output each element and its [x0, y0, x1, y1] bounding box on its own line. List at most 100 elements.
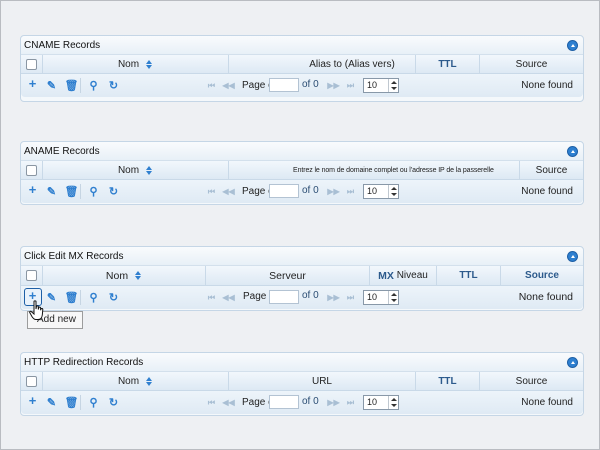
column-header-name[interactable]: Nom [43, 161, 229, 179]
column-header-source[interactable]: Source [480, 372, 583, 390]
grid-header: Nom URL TTL Source [21, 372, 583, 391]
refresh-icon[interactable]: ↻ [109, 397, 118, 409]
next-page-icon[interactable]: ▶▶ [327, 81, 339, 90]
collapse-icon[interactable] [567, 251, 578, 262]
page-size-select[interactable]: 10 [363, 184, 399, 199]
trash-icon[interactable]: 🗑 [65, 80, 79, 92]
magnifier-icon[interactable]: ⚲ [89, 186, 98, 198]
previous-page-icon[interactable]: ◀◀ [222, 187, 234, 196]
column-header-source[interactable]: Source [520, 161, 583, 179]
magnifier-icon[interactable]: ⚲ [89, 80, 98, 92]
page-size-value: 10 [367, 186, 378, 196]
pencil-icon[interactable]: ✎ [47, 292, 56, 304]
column-header-ttl[interactable]: TTL [437, 266, 501, 285]
first-page-icon[interactable]: ⏮ [207, 81, 216, 90]
toolbar-divider [80, 290, 81, 305]
first-page-icon[interactable]: ⏮ [207, 293, 216, 302]
trash-icon[interactable]: 🗑 [65, 186, 79, 198]
page-count-label: of 0 [302, 290, 319, 301]
column-header-name[interactable]: Nom [43, 266, 206, 285]
next-page-icon[interactable]: ▶▶ [327, 398, 339, 407]
column-header-server[interactable]: Serveur [206, 266, 370, 285]
column-header-ttl[interactable]: TTL [416, 372, 480, 390]
column-label: Source [515, 375, 548, 387]
column-header-source[interactable]: Source [501, 266, 583, 285]
previous-page-icon[interactable]: ◀◀ [222, 293, 234, 302]
page-number-input[interactable] [269, 290, 299, 304]
panel-title: ANAME Records [24, 146, 100, 157]
pencil-icon[interactable]: ✎ [47, 80, 56, 92]
select-all-checkbox[interactable] [26, 58, 37, 70]
pencil-icon[interactable]: ✎ [47, 397, 56, 409]
page-number-input[interactable] [269, 395, 299, 409]
column-label: Nom [117, 375, 140, 387]
select-all-cell [21, 266, 43, 285]
sort-icon[interactable] [135, 271, 142, 280]
column-label: TTL [438, 58, 457, 70]
grid-header: Nom Serveur MX Niveau TTL Source [21, 266, 583, 286]
last-page-icon[interactable]: ⏭ [346, 187, 355, 196]
page-size-value: 10 [367, 397, 378, 407]
previous-page-icon[interactable]: ◀◀ [222, 81, 234, 90]
aname-panel: ANAME Records Nom Entrez le nom de domai… [20, 141, 584, 205]
column-header-name[interactable]: Nom [43, 55, 229, 73]
page-number-input[interactable] [269, 78, 299, 92]
next-page-icon[interactable]: ▶▶ [327, 293, 339, 302]
page-number-input[interactable] [269, 184, 299, 198]
panel-title: Click Edit MX Records [24, 251, 124, 262]
column-label: MX [378, 269, 394, 282]
collapse-icon[interactable] [567, 146, 578, 157]
select-all-checkbox[interactable] [26, 164, 37, 176]
trash-icon[interactable]: 🗑 [65, 397, 79, 409]
column-header-ttl[interactable]: TTL [416, 55, 480, 73]
last-page-icon[interactable]: ⏭ [346, 81, 355, 90]
plus-icon[interactable]: + [28, 393, 37, 408]
first-page-icon[interactable]: ⏮ [207, 187, 216, 196]
pencil-icon[interactable]: ✎ [47, 186, 56, 198]
sort-icon[interactable] [146, 59, 153, 69]
column-label: Source [515, 58, 548, 70]
page-size-select[interactable]: 10 [363, 290, 399, 305]
panel-title-bar: CNAME Records [21, 36, 583, 55]
column-header-source[interactable]: Source [480, 55, 583, 73]
column-header-url[interactable]: URL [229, 372, 416, 390]
previous-page-icon[interactable]: ◀◀ [222, 398, 234, 407]
plus-icon[interactable]: + [28, 182, 37, 197]
refresh-icon[interactable]: ↻ [109, 80, 118, 92]
toolbar-divider [80, 78, 81, 93]
select-all-checkbox[interactable] [26, 375, 37, 387]
collapse-icon[interactable] [567, 357, 578, 368]
first-page-icon[interactable]: ⏮ [207, 398, 216, 407]
sort-icon[interactable] [146, 165, 153, 175]
select-arrow-icon [388, 291, 398, 304]
column-header-alias[interactable]: Alias to (Alias vers) [229, 55, 416, 73]
column-label: TTL [438, 375, 457, 387]
last-page-icon[interactable]: ⏭ [346, 398, 355, 407]
trash-icon[interactable]: 🗑 [65, 292, 79, 304]
refresh-icon[interactable]: ↻ [109, 292, 118, 304]
sort-icon[interactable] [146, 376, 153, 386]
select-all-checkbox[interactable] [26, 270, 37, 281]
grid-header: Nom Alias to (Alias vers) TTL Source [21, 55, 583, 74]
page-size-select[interactable]: 10 [363, 395, 399, 410]
plus-icon[interactable]: + [28, 288, 37, 303]
collapse-icon[interactable] [567, 40, 578, 51]
page-size-select[interactable]: 10 [363, 78, 399, 93]
column-header-mx-level[interactable]: MX Niveau [370, 266, 437, 285]
grid-header: Nom Entrez le nom de domaine complet ou … [21, 161, 583, 180]
page-size-value: 10 [367, 80, 378, 90]
last-page-icon[interactable]: ⏭ [346, 293, 355, 302]
column-header-alias[interactable]: Entrez le nom de domaine complet ou l’ad… [229, 161, 520, 179]
status-text: None found [521, 397, 573, 408]
status-text: None found [518, 291, 573, 303]
column-label: Source [525, 270, 559, 281]
http-redirection-panel: HTTP Redirection Records Nom URL TTL Sou… [20, 352, 584, 416]
plus-icon[interactable]: + [28, 76, 37, 91]
panel-title: HTTP Redirection Records [24, 357, 144, 368]
refresh-icon[interactable]: ↻ [109, 186, 118, 198]
column-header-name[interactable]: Nom [43, 372, 229, 390]
magnifier-icon[interactable]: ⚲ [89, 292, 98, 304]
column-label: Serveur [269, 269, 306, 282]
magnifier-icon[interactable]: ⚲ [89, 397, 98, 409]
next-page-icon[interactable]: ▶▶ [327, 187, 339, 196]
